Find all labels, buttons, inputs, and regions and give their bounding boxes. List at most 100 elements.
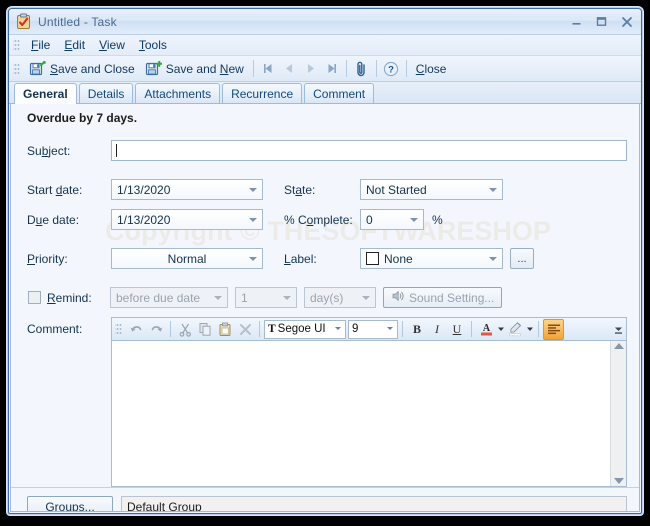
text-caret bbox=[116, 144, 117, 157]
rich-text-toolbar: T Segoe UI 9 B I U A bbox=[111, 317, 627, 341]
state-combo[interactable]: Not Started bbox=[360, 179, 503, 200]
menu-edit[interactable]: Edit bbox=[57, 36, 92, 54]
subject-input[interactable] bbox=[111, 140, 627, 161]
remind-when-value: before due date bbox=[116, 290, 201, 305]
toolbar-separator-2 bbox=[345, 60, 347, 77]
help-button[interactable]: ? bbox=[381, 59, 402, 79]
remind-count-combo[interactable]: 1 bbox=[235, 287, 297, 308]
percent-complete-value: 0 bbox=[366, 212, 373, 227]
start-date-combo[interactable]: 1/13/2020 bbox=[111, 179, 263, 200]
close-button[interactable] bbox=[614, 13, 639, 31]
svg-text:A: A bbox=[482, 323, 490, 334]
remind-unit-value: day(s) bbox=[310, 290, 344, 305]
toolbar-separator-4 bbox=[405, 60, 407, 77]
remind-count-value: 1 bbox=[241, 290, 248, 305]
due-date-row: Due date: 1/13/2020 % Complete: 0 % bbox=[11, 200, 639, 239]
attach-file-button[interactable] bbox=[351, 59, 372, 79]
paste-icon[interactable] bbox=[215, 319, 235, 339]
highlight-dropdown[interactable] bbox=[525, 319, 534, 339]
due-date-combo[interactable]: 1/13/2020 bbox=[111, 209, 263, 230]
svg-text:?: ? bbox=[388, 64, 394, 75]
first-record-button[interactable] bbox=[258, 59, 279, 79]
menu-tools[interactable]: Tools bbox=[132, 36, 174, 54]
general-tab-page: Copyright © THESOFTWARESHOP Overdue by 7… bbox=[10, 104, 640, 512]
bold-button[interactable]: B bbox=[407, 319, 427, 339]
scroll-down-icon[interactable] bbox=[613, 478, 624, 484]
tab-general[interactable]: General bbox=[14, 83, 77, 104]
close-toolbar-label: Close bbox=[415, 61, 447, 76]
remind-when-combo[interactable]: before due date bbox=[110, 287, 228, 308]
save-and-new-button[interactable]: Save and New bbox=[140, 58, 249, 80]
comment-scrollbar[interactable] bbox=[610, 341, 626, 486]
tab-details[interactable]: Details bbox=[78, 83, 134, 103]
chevron-down-icon bbox=[249, 217, 257, 222]
tab-attachments[interactable]: Attachments bbox=[135, 83, 221, 103]
comment-text-area[interactable] bbox=[112, 341, 610, 486]
rt-toolbar-gripper[interactable] bbox=[115, 322, 122, 336]
sound-setting-button[interactable]: Sound Setting... bbox=[383, 287, 503, 308]
chevron-down-icon bbox=[387, 327, 393, 330]
comment-editor-group: T Segoe UI 9 B I U A bbox=[111, 317, 627, 487]
menu-file[interactable]: File bbox=[24, 36, 57, 54]
toolbar-separator-3 bbox=[375, 60, 377, 77]
task-window: Untitled - Task File Edit View Tools Sav… bbox=[8, 8, 642, 514]
align-left-icon[interactable] bbox=[543, 318, 564, 340]
overdue-status-text: Overdue by 7 days. bbox=[27, 111, 138, 125]
tab-comment[interactable]: Comment bbox=[304, 83, 375, 103]
label-color-swatch bbox=[366, 252, 379, 265]
save-icon bbox=[29, 60, 46, 77]
subject-label: Subject: bbox=[27, 143, 71, 158]
label-combo[interactable]: None bbox=[360, 248, 503, 269]
group-value-field[interactable]: Default Group bbox=[121, 496, 627, 511]
maximize-button[interactable] bbox=[589, 13, 614, 31]
save-and-close-button[interactable]: Save and Close bbox=[24, 58, 140, 80]
close-toolbar-button[interactable]: Close bbox=[411, 58, 452, 80]
menu-view[interactable]: View bbox=[92, 36, 132, 54]
highlighter-icon[interactable] bbox=[505, 319, 525, 339]
percent-sign: % bbox=[432, 212, 443, 227]
comment-editor[interactable] bbox=[111, 341, 627, 487]
minimize-button[interactable] bbox=[564, 13, 589, 31]
undo-icon[interactable] bbox=[126, 319, 146, 339]
start-date-value: 1/13/2020 bbox=[117, 182, 171, 197]
tab-comment-label: Comment bbox=[313, 86, 366, 101]
scroll-up-icon[interactable] bbox=[613, 343, 624, 349]
delete-x-icon[interactable] bbox=[235, 319, 255, 339]
font-size-combo[interactable]: 9 bbox=[348, 319, 398, 339]
underline-button[interactable]: U bbox=[447, 319, 467, 339]
last-record-button[interactable] bbox=[321, 59, 342, 79]
redo-icon[interactable] bbox=[146, 319, 166, 339]
label-browse-button[interactable]: ... bbox=[510, 248, 534, 269]
menu-gripper[interactable] bbox=[13, 38, 20, 52]
tab-attachments-label: Attachments bbox=[144, 86, 212, 101]
font-family-combo[interactable]: T Segoe UI bbox=[264, 319, 346, 339]
font-color-dropdown[interactable] bbox=[496, 319, 505, 339]
previous-record-button[interactable] bbox=[279, 59, 300, 79]
start-date-label: Start date: bbox=[27, 182, 83, 197]
remind-unit-combo[interactable]: day(s) bbox=[304, 287, 376, 308]
save-and-close-label: Save and Close bbox=[50, 61, 135, 76]
start-date-row: Start date: 1/13/2020 State: Not Started bbox=[11, 170, 639, 200]
groups-button[interactable]: Groups... bbox=[27, 496, 113, 511]
tab-general-label: General bbox=[23, 87, 68, 101]
title-bar: Untitled - Task bbox=[9, 9, 641, 35]
state-value: Not Started bbox=[366, 182, 427, 197]
comment-row: Comment: T Segoe UI 9 B I U A bbox=[11, 317, 639, 487]
remind-checkbox[interactable] bbox=[28, 291, 41, 304]
italic-button[interactable]: I bbox=[427, 319, 447, 339]
copy-icon[interactable] bbox=[195, 319, 215, 339]
cut-scissors-icon[interactable] bbox=[175, 319, 195, 339]
font-color-button[interactable]: A bbox=[476, 319, 496, 339]
priority-combo[interactable]: Normal bbox=[111, 248, 263, 269]
chevron-down-icon bbox=[249, 187, 257, 192]
toolbar-gripper[interactable] bbox=[13, 61, 20, 76]
tab-recurrence[interactable]: Recurrence bbox=[222, 83, 303, 103]
remind-row: Remind: before due date 1 day(s) Sound S… bbox=[11, 278, 639, 317]
save-and-new-label: Save and New bbox=[165, 61, 244, 76]
tab-details-label: Details bbox=[87, 86, 125, 101]
save-new-icon bbox=[145, 59, 163, 77]
remind-label: Remind: bbox=[47, 290, 92, 305]
toolbar-overflow-icon[interactable] bbox=[613, 320, 624, 339]
percent-complete-combo[interactable]: 0 bbox=[360, 209, 424, 230]
next-record-button[interactable] bbox=[300, 59, 321, 79]
